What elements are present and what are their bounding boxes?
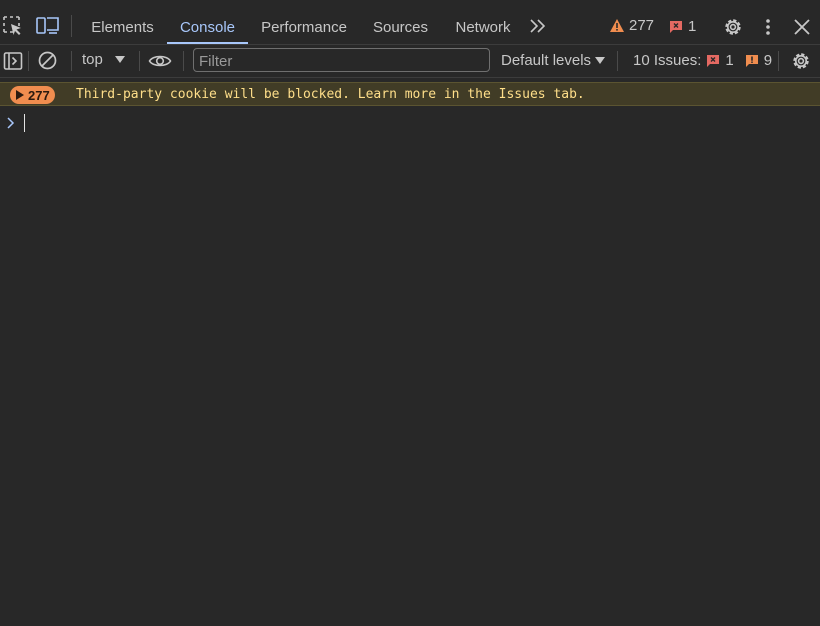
repeat-count: 277 (28, 87, 50, 103)
issues-warnings-count: 9 (763, 52, 773, 69)
context-label: top (82, 51, 103, 68)
toolbar-border (0, 77, 820, 78)
toolbar-divider (778, 51, 779, 71)
tab-console[interactable]: Console (167, 0, 248, 44)
filter-input[interactable] (193, 48, 490, 72)
toolbar-divider (139, 51, 140, 71)
warning-triangle-icon (610, 19, 624, 32)
console-prompt[interactable] (0, 112, 820, 134)
tab-bar-divider (71, 15, 72, 37)
chevron-double-right-icon[interactable] (527, 16, 549, 36)
errors-count: 1 (688, 18, 697, 35)
message-text: Third-party cookie will be blocked. Lear… (76, 87, 585, 102)
tab-elements[interactable]: Elements (91, 0, 154, 44)
tab-performance[interactable]: Performance (261, 0, 347, 44)
more-vertical-icon[interactable] (760, 16, 776, 38)
issues-errors-count: 1 (725, 52, 734, 69)
error-flag-icon (670, 20, 682, 33)
issues-label: 10 Issues: (633, 52, 702, 69)
toolbar-divider (617, 51, 618, 71)
text-caret (24, 114, 25, 132)
warning-flag-icon (745, 54, 758, 67)
devtools-tab-bar: Elements Console Performance Sources Net… (0, 0, 820, 44)
close-icon[interactable] (791, 16, 813, 38)
expand-triangle-icon (16, 90, 24, 100)
console-settings-gear-icon[interactable] (790, 50, 812, 72)
repeat-count-badge[interactable]: 277 (10, 86, 55, 104)
inspect-element-icon[interactable] (2, 15, 24, 37)
errors-counter[interactable]: 1 (669, 18, 696, 35)
toolbar-divider (71, 51, 72, 71)
caret-down-icon (595, 56, 606, 64)
device-toolbar-icon[interactable] (36, 15, 60, 37)
warnings-counter[interactable]: 277 (609, 17, 654, 34)
prompt-chevron-icon (7, 117, 15, 129)
log-levels-dropdown[interactable]: Default levels (501, 52, 606, 69)
toolbar-divider (183, 51, 184, 71)
context-selector[interactable]: top (82, 51, 125, 68)
gear-icon[interactable] (722, 16, 744, 38)
live-expression-eye-icon[interactable] (148, 52, 172, 70)
tab-sources[interactable]: Sources (373, 0, 428, 44)
issues-counter[interactable]: 10 Issues: 1 9 (633, 52, 772, 69)
caret-down-icon (114, 55, 125, 63)
tab-network[interactable]: Network (454, 0, 512, 44)
toolbar-divider (28, 51, 29, 71)
sidebar-toggle-icon[interactable] (3, 51, 23, 71)
warnings-count: 277 (629, 17, 655, 34)
log-levels-label: Default levels (501, 52, 592, 69)
console-toolbar: top Default levels 10 Issues: 1 9 (0, 45, 820, 77)
error-flag-icon (707, 54, 720, 67)
clear-console-icon[interactable] (37, 50, 58, 71)
console-warning-message[interactable]: 277 Third-party cookie will be blocked. … (0, 82, 820, 106)
